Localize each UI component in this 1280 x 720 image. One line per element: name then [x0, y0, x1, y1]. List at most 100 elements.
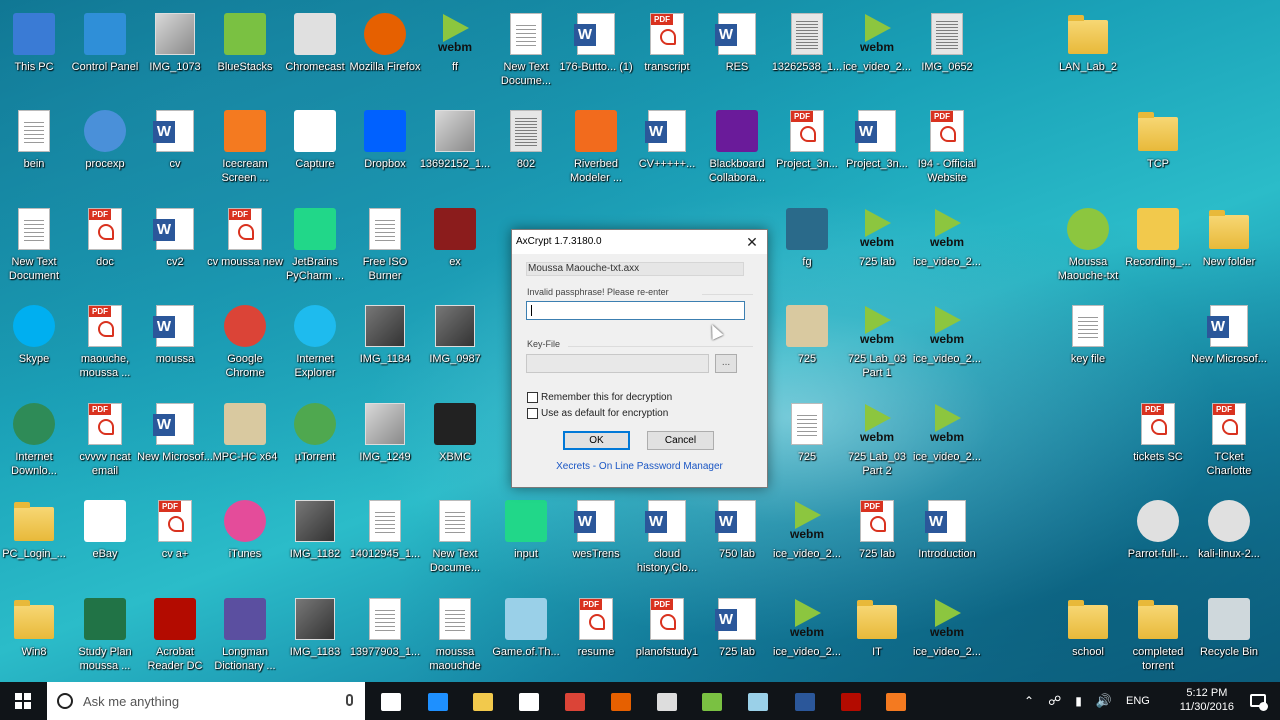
close-icon[interactable]: ✕ [741, 232, 763, 252]
desktop-icon[interactable]: 176-Butto... (1) [559, 4, 633, 96]
desktop-icon[interactable]: Capture [280, 101, 350, 193]
desktop-icon[interactable]: IT [842, 589, 912, 681]
desktop-icon[interactable]: IMG_1249 [350, 394, 420, 486]
desktop-icon[interactable]: webm 725 Lab_03 Part 2 [842, 394, 912, 486]
passphrase-input[interactable] [526, 301, 745, 320]
desktop-icon[interactable]: Moussa Maouche-txt [1053, 199, 1123, 291]
desktop-icon[interactable]: Internet Explorer [280, 296, 350, 388]
cancel-button[interactable]: Cancel [647, 431, 714, 450]
desktop-icon[interactable]: Riverbed Modeler ... [561, 101, 631, 193]
desktop-icon[interactable]: CV+++++... [632, 101, 702, 193]
desktop-icon[interactable]: MPC-HC x64 [210, 394, 280, 486]
xecrets-link[interactable]: Xecrets - On Line Password Manager [512, 461, 767, 472]
desktop-icon[interactable]: JetBrains PyCharm ... [280, 199, 350, 291]
desktop-icon[interactable]: New Text Docume... [420, 491, 490, 583]
dialog-title-bar[interactable]: AxCrypt 1.7.3180.0 ✕ [512, 230, 767, 254]
volume-icon[interactable]: 🔊 [1096, 693, 1112, 709]
desktop-icon[interactable]: TCket Charlotte [1194, 394, 1264, 486]
desktop-icon[interactable]: RES [702, 4, 772, 96]
desktop-icon[interactable]: webm ice_video_2... [842, 4, 912, 96]
desktop-icon[interactable]: 13977903_1... [350, 589, 420, 681]
desktop-icon[interactable]: IMG_0652 [912, 4, 982, 96]
desktop-icon[interactable]: school [1053, 589, 1123, 681]
desktop-icon[interactable]: eBay [70, 491, 140, 583]
desktop-icon[interactable]: webm ice_video_2... [912, 296, 982, 388]
desktop-icon[interactable]: 13262538_1... [772, 4, 842, 96]
desktop-icon[interactable]: Study Plan moussa ... [70, 589, 140, 681]
desktop-icon[interactable]: New Text Document [0, 199, 69, 291]
desktop-icon[interactable]: webm ice_video_2... [772, 589, 842, 681]
desktop-icon[interactable]: doc [70, 199, 140, 291]
desktop-icon[interactable]: 725 [772, 296, 842, 388]
desktop-icon[interactable]: resume [561, 589, 631, 681]
desktop-icon[interactable]: moussa maouchde [420, 589, 490, 681]
taskbar-edge-button[interactable] [423, 688, 453, 716]
desktop-icon[interactable]: TCP [1123, 101, 1193, 193]
desktop-icon[interactable]: webm 725 lab [842, 199, 912, 291]
desktop-icon[interactable]: This PC [0, 4, 69, 96]
clock[interactable]: 5:12 PM 11/30/2016 [1180, 686, 1234, 714]
browse-key-file-button[interactable]: ... [715, 354, 737, 373]
desktop-icon[interactable]: Control Panel [70, 4, 140, 96]
desktop-icon[interactable]: webm 725 Lab_03 Part 1 [842, 296, 912, 388]
desktop-icon[interactable]: Blackboard Collabora... [702, 101, 772, 193]
desktop-icon[interactable]: Icecream Screen ... [210, 101, 280, 193]
desktop-icon[interactable]: Longman Dictionary ... [210, 589, 280, 681]
desktop-icon[interactable]: bein [0, 101, 69, 193]
desktop-icon[interactable]: Introduction [912, 491, 982, 583]
microphone-icon[interactable] [346, 694, 353, 706]
desktop-icon[interactable]: 725 [772, 394, 842, 486]
desktop-icon[interactable]: Skype [0, 296, 69, 388]
desktop-icon[interactable]: webm ice_video_2... [912, 199, 982, 291]
desktop-icon[interactable]: cv2 [140, 199, 210, 291]
taskbar-file-explorer-button[interactable] [468, 688, 498, 716]
desktop-icon[interactable]: I94 - Official Website [912, 101, 982, 193]
desktop-icon[interactable]: IMG_1073 [140, 4, 210, 96]
desktop-icon[interactable]: 750 lab [702, 491, 772, 583]
desktop-icon[interactable]: PC_Login_... [0, 491, 69, 583]
desktop-icon[interactable]: transcript [632, 4, 702, 96]
chevron-up-icon[interactable]: ⌃ [1024, 694, 1034, 708]
taskbar-firefox-button[interactable] [606, 688, 636, 716]
start-button[interactable] [0, 682, 46, 720]
desktop-icon[interactable]: cv [140, 101, 210, 193]
taskbar-word-button[interactable] [790, 688, 820, 716]
taskbar-paint-button[interactable] [652, 688, 682, 716]
desktop-icon[interactable]: IMG_1182 [280, 491, 350, 583]
desktop-icon[interactable]: Dropbox [350, 101, 420, 193]
language-indicator[interactable]: ENG [1126, 695, 1150, 707]
taskbar-chrome-button[interactable] [560, 688, 590, 716]
desktop-icon[interactable]: 725 lab [702, 589, 772, 681]
desktop-icon[interactable]: 802 [491, 101, 561, 193]
taskbar-store-button[interactable] [514, 688, 544, 716]
desktop-icon[interactable]: iTunes [210, 491, 280, 583]
desktop-icon[interactable]: webm ice_video_2... [912, 394, 982, 486]
desktop-icon[interactable]: IMG_1184 [350, 296, 420, 388]
desktop-icon[interactable]: webm ice_video_2... [772, 491, 842, 583]
default-encryption-checkbox[interactable] [527, 408, 538, 419]
desktop-icon[interactable]: fg [772, 199, 842, 291]
desktop-icon[interactable]: XBMC [420, 394, 490, 486]
desktop-icon[interactable]: Project_3n... [772, 101, 842, 193]
desktop-icon[interactable]: 14012945_1... [350, 491, 420, 583]
desktop-icon[interactable]: New Microsof... [1191, 296, 1267, 388]
key-file-input[interactable] [526, 354, 709, 373]
desktop-icon[interactable]: Mozilla Firefox [350, 4, 420, 96]
desktop-icon[interactable]: New folder [1194, 199, 1264, 291]
desktop-icon[interactable]: Game.of.Th... [491, 589, 561, 681]
desktop-icon[interactable]: µTorrent [280, 394, 350, 486]
desktop-icon[interactable]: Acrobat Reader DC [140, 589, 210, 681]
default-option[interactable]: Use as default for encryption [527, 408, 668, 419]
desktop-icon[interactable]: wesTrens [561, 491, 631, 583]
battery-icon[interactable]: ▮ [1075, 694, 1082, 708]
desktop-icon[interactable]: Parrot-full-... [1123, 491, 1193, 583]
desktop-icon[interactable]: Recycle Bin [1194, 589, 1264, 681]
desktop-icon[interactable]: Recording_... [1123, 199, 1193, 291]
desktop-icon[interactable]: Internet Downlo... [0, 394, 69, 486]
desktop-icon[interactable]: moussa [140, 296, 210, 388]
taskbar-icecream-button[interactable] [881, 688, 911, 716]
desktop-icon[interactable]: cvvvv ncat email [70, 394, 140, 486]
desktop-icon[interactable]: webm ice_video_2... [912, 589, 982, 681]
desktop-icon[interactable]: IMG_1183 [280, 589, 350, 681]
desktop-icon[interactable]: completed torrent [1123, 589, 1193, 681]
